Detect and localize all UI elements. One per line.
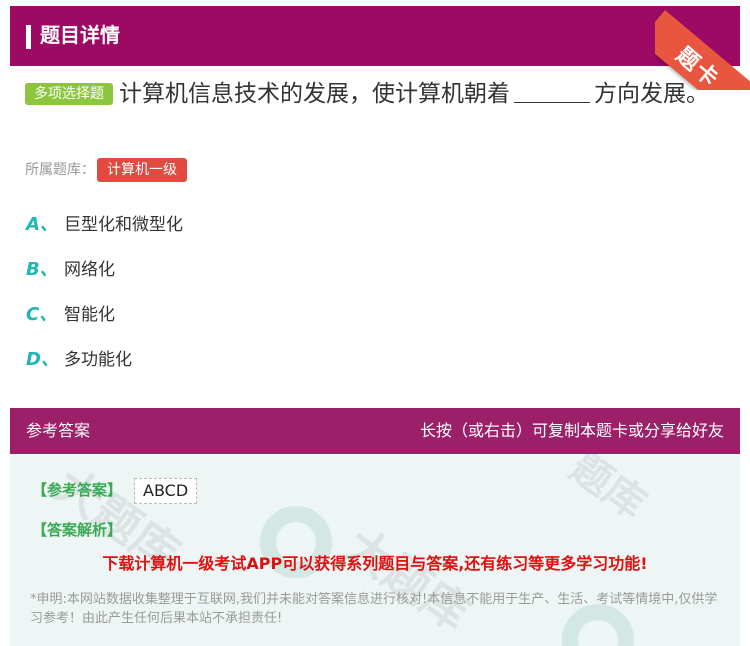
- option-c[interactable]: C、 智能化: [26, 302, 115, 328]
- option-text: 智能化: [64, 305, 115, 325]
- reference-answer-value: ABCD: [134, 478, 198, 504]
- reference-answer-label: 【参考答案】: [32, 481, 123, 499]
- option-d[interactable]: D、 多功能化: [26, 347, 132, 373]
- watermark: 题库: [561, 454, 654, 529]
- option-a[interactable]: A、 巨型化和微型化: [26, 212, 183, 238]
- question-stem-start: 计算机信息技术的发展，使计算机朝着: [119, 81, 510, 107]
- share-hint: 长按（或右击）可复制本题卡或分享给好友: [419, 421, 724, 440]
- question-text: 多项选择题 计算机信息技术的发展，使计算机朝着 方向发展。: [25, 78, 715, 110]
- question-bank-row: 所属题库： 计算机一级: [25, 158, 187, 182]
- answer-blank: [514, 80, 590, 103]
- option-letter: A、: [26, 214, 58, 235]
- option-letter: C、: [26, 304, 58, 325]
- question-bank-label: 所属题库：: [25, 162, 95, 178]
- option-text: 巨型化和微型化: [64, 215, 183, 235]
- option-letter: B、: [26, 259, 58, 280]
- header-bar: 题目详情: [10, 6, 740, 66]
- answer-section-title: 参考答案: [26, 421, 91, 440]
- option-b[interactable]: B、 网络化: [26, 257, 115, 283]
- page-title: 题目详情: [40, 23, 120, 47]
- answer-analysis-label: 【答案解析】: [32, 521, 123, 539]
- answer-header-bar: 参考答案 长按（或右击）可复制本题卡或分享给好友: [10, 408, 740, 454]
- question-type-badge: 多项选择题: [25, 83, 113, 105]
- disclaimer-text: *申明:本网站数据收集整理于互联网,我们并未能对答案信息进行核对!本信息不能用于…: [30, 592, 718, 626]
- question-card-ribbon[interactable]: 题卡: [655, 0, 750, 90]
- header-accent-bar: [26, 25, 31, 49]
- app-download-promo[interactable]: 下载计算机一级考试APP可以获得系列题目与答案,还有练习等更多学习功能!: [10, 552, 740, 576]
- option-text: 网络化: [64, 260, 115, 280]
- option-letter: D、: [26, 349, 59, 370]
- question-stem-end: 方向发展。: [594, 81, 709, 107]
- option-text: 多功能化: [64, 350, 132, 370]
- question-bank-link[interactable]: 计算机一级: [97, 158, 187, 182]
- answer-panel: 大题库 大题库 题库 【参考答案】 ABCD 【答案解析】 下载计算机一级考试A…: [10, 454, 740, 646]
